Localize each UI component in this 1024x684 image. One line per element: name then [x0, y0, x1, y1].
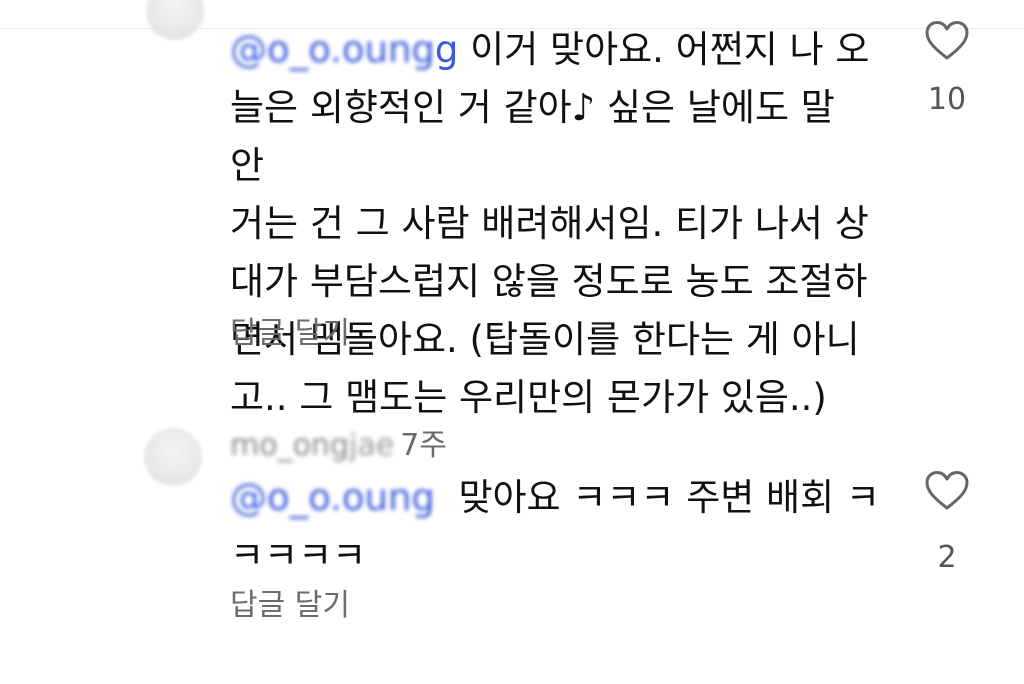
like-count: 10: [927, 82, 967, 117]
mention-link[interactable]: @o_o.oung: [230, 476, 435, 519]
heart-outline-icon[interactable]: [924, 20, 970, 62]
avatar[interactable]: [146, 0, 204, 40]
heart-outline-icon[interactable]: [924, 470, 970, 512]
comment-body: 이거 맞아요. 어쩐지 나 오 늘은 외향적인 거 같아♪ 싶은 날에도 말 안…: [230, 28, 870, 419]
username-visible-tail: jae: [349, 428, 395, 463]
reply-button[interactable]: 답글 달기: [230, 308, 350, 352]
comment-text: @o_o.oung 맞아요 ㅋㅋㅋ 주변 배회 ㅋ ㅋㅋㅋㅋ: [230, 469, 880, 585]
like-control: 2: [917, 470, 977, 575]
avatar[interactable]: [144, 428, 202, 486]
timestamp: 7주: [400, 428, 447, 463]
username[interactable]: mo_ongjae: [230, 428, 394, 463]
mention-link[interactable]: @o_o.oungg: [230, 28, 458, 71]
username-blurred: mo_ong: [230, 428, 349, 463]
reply-button[interactable]: 답글 달기: [230, 580, 350, 624]
mention-blurred: @o_o.oung: [230, 28, 435, 71]
like-control: 10: [917, 20, 977, 117]
mention-visible-tail: g: [434, 28, 459, 71]
like-count: 2: [937, 540, 957, 575]
comment-text: @o_o.oungg 이거 맞아요. 어쩐지 나 오 늘은 외향적인 거 같아♪…: [230, 21, 880, 427]
comment-meta: mo_ongjae 7주: [230, 420, 447, 464]
